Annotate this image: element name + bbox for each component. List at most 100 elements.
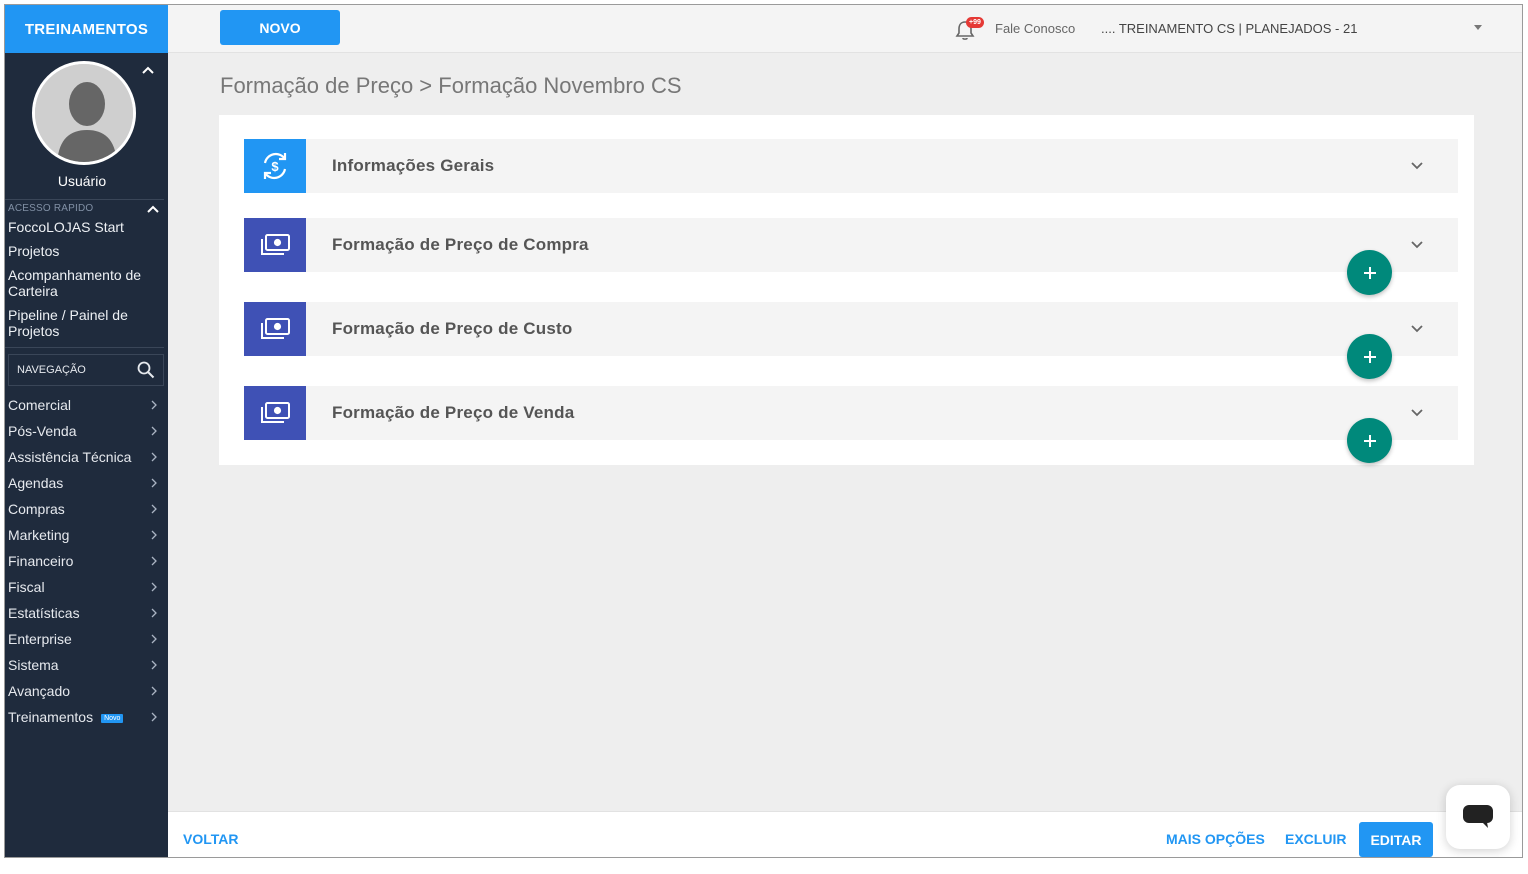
content-card: $ Informações Gerais Formação de Preço d… [219,115,1474,465]
user-profile: Usuário [5,53,168,199]
chevron-right-icon [151,530,157,540]
nav-item-label: Marketing [8,527,70,543]
username: Usuário [57,173,107,189]
nav-item-label: Compras [8,501,65,517]
plus-icon [1363,350,1376,363]
edit-button[interactable]: EDITAR [1359,822,1433,857]
section-title: Informações Gerais [332,156,495,175]
quick-access-item[interactable]: Pipeline / Painel de Projetos [8,307,168,339]
money-bill-icon [261,318,290,339]
chevron-right-icon [151,608,157,618]
nav-search-label: NAVEGAÇÃO [17,364,86,376]
more-options-button[interactable]: MAIS OPÇÕES [1166,831,1265,847]
nav-item-label: Enterprise [8,631,72,647]
chevron-up-icon[interactable] [141,63,155,77]
chevron-up-icon[interactable] [146,202,160,216]
nav-item-label: Assistência Técnica [8,449,132,465]
nav-item-label: Pós-Venda [8,423,77,439]
quick-access-item[interactable]: Acompanhamento de Carteira [8,267,168,299]
chevron-right-icon [151,712,157,722]
nav-item-marketing[interactable]: Marketing [5,522,168,548]
section-title: Formação de Preço de Custo [332,319,573,338]
divider [5,347,164,348]
money-bill-icon [261,234,290,255]
add-venda-button[interactable] [1347,418,1392,463]
chat-widget-button[interactable] [1446,785,1510,849]
nav-item-label: Financeiro [8,553,74,569]
money-bill-icon [261,402,290,423]
section-informacoes-gerais[interactable]: $ Informações Gerais [244,139,1458,193]
chevron-down-icon[interactable] [1410,158,1424,172]
nav-item-label: Treinamentos [8,709,94,725]
quick-access-title: ACESSO RAPIDO [8,203,94,214]
plus-icon [1363,434,1376,447]
nav-item-sistema[interactable]: Sistema [5,652,168,678]
contact-link[interactable]: Fale Conosco [995,21,1075,36]
new-badge: Novo [101,714,124,723]
nav-item-label: Agendas [8,475,64,491]
nav-item-enterprise[interactable]: Enterprise [5,626,168,652]
bottom-action-bar: VOLTAR MAIS OPÇÕES EXCLUIR EDITAR [168,811,1522,857]
company-selector[interactable]: .... TREINAMENTO CS | PLANEJADOS - 21 [1101,21,1357,36]
chevron-down-icon[interactable] [1410,321,1424,335]
top-bar: NOVO +99 Fale Conosco .... TREINAMENTO C… [168,5,1522,53]
chevron-right-icon [151,582,157,592]
section-title: Formação de Preço de Compra [332,235,589,254]
chevron-right-icon [151,504,157,514]
add-compra-button[interactable] [1347,250,1392,295]
user-silhouette-icon [35,64,133,162]
nav-item-financeiro[interactable]: Financeiro [5,548,168,574]
chevron-down-icon[interactable] [1410,237,1424,251]
nav-item-estatisticas[interactable]: Estatísticas [5,600,168,626]
svg-text:$: $ [271,159,279,174]
section-icon-box [244,386,306,440]
quick-access-item[interactable]: Projetos [8,243,168,259]
plus-icon [1363,266,1376,279]
new-button[interactable]: NOVO [220,10,340,45]
nav-item-label: Estatísticas [8,605,80,621]
caret-down-icon[interactable] [1474,25,1482,30]
search-icon[interactable] [137,361,155,379]
back-button[interactable]: VOLTAR [183,831,238,847]
quick-access-list: FoccoLOJAS Start Projetos Acompanhamento… [5,217,168,339]
add-custo-button[interactable] [1347,334,1392,379]
chevron-right-icon [151,478,157,488]
nav-item-label: Sistema [8,657,59,673]
nav-item-avancado[interactable]: Avançado [5,678,168,704]
quick-access-header[interactable]: ACESSO RAPIDO [5,199,164,217]
breadcrumb: Formação de Preço > Formação Novembro CS [220,73,682,98]
nav-item-pos-venda[interactable]: Pós-Venda [5,418,168,444]
section-preco-custo[interactable]: Formação de Preço de Custo [244,302,1458,356]
chevron-right-icon [151,426,157,436]
nav-item-treinamentos[interactable]: Treinamentos Novo [5,704,168,730]
delete-button[interactable]: EXCLUIR [1285,831,1346,847]
chevron-right-icon [151,452,157,462]
chevron-down-icon[interactable] [1410,405,1424,419]
nav-item-comercial[interactable]: Comercial [5,392,168,418]
nav-item-assistencia-tecnica[interactable]: Assistência Técnica [5,444,168,470]
chevron-right-icon [151,400,157,410]
section-icon-box [244,218,306,272]
quick-access-item[interactable]: FoccoLOJAS Start [8,219,168,235]
brand-title[interactable]: TREINAMENTOS [5,5,168,53]
nav-item-label: Avançado [8,683,71,699]
nav-item-agendas[interactable]: Agendas [5,470,168,496]
section-icon-box: $ [244,139,306,193]
notification-badge: +99 [966,17,984,28]
chevron-right-icon [151,660,157,670]
chevron-right-icon [151,686,157,696]
nav-item-label: Comercial [8,397,72,413]
avatar[interactable] [32,61,136,165]
sidebar: TREINAMENTOS Usuário ACESSO RAPIDO Focco… [5,5,168,857]
chevron-right-icon [151,556,157,566]
section-preco-compra[interactable]: Formação de Preço de Compra [244,218,1458,272]
nav-item-fiscal[interactable]: Fiscal [5,574,168,600]
nav-item-compras[interactable]: Compras [5,496,168,522]
section-preco-venda[interactable]: Formação de Preço de Venda [244,386,1458,440]
app-window: TREINAMENTOS Usuário ACESSO RAPIDO Focco… [4,4,1523,858]
chevron-right-icon [151,634,157,644]
dollar-sync-icon: $ [263,152,287,180]
nav-menu: Comercial Pós-Venda Assistência Técnica … [5,392,168,730]
nav-search[interactable]: NAVEGAÇÃO [8,354,164,386]
section-title: Formação de Preço de Venda [332,403,575,422]
